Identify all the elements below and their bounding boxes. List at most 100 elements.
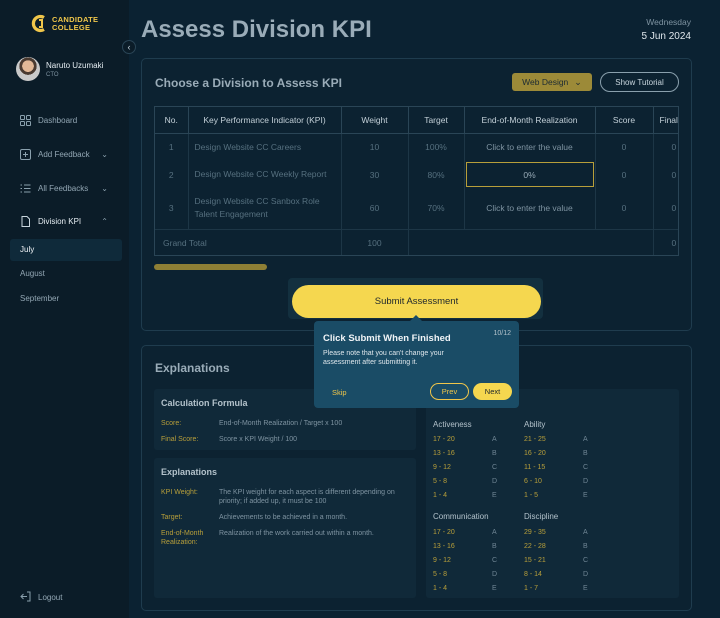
realization-input[interactable]: Click to enter the value	[464, 133, 596, 161]
sidebar-item-label: Add Feedback	[38, 150, 90, 159]
formula-value: Score x KPI Weight / 100	[219, 436, 298, 443]
division-select[interactable]: Web Design ⌄	[512, 73, 592, 91]
sidebar-item-dashboard[interactable]: Dashboard	[20, 115, 120, 126]
brand-line2: COLLEGE	[52, 22, 91, 32]
table-row: 1 Design Website CC Careers 10 100% Clic…	[155, 133, 678, 161]
grade-range: 5 - 8	[433, 571, 448, 578]
cell-weight: 10	[341, 133, 409, 161]
tooltip-skip-button[interactable]: Skip	[332, 388, 347, 397]
tooltip-body: Please note that you can't change your a…	[323, 350, 444, 366]
realization-input-active[interactable]: 0%	[465, 162, 594, 187]
cell-target: 70%	[408, 188, 465, 229]
table-horizontal-scrollbar[interactable]	[154, 264, 267, 270]
cell-no: 1	[155, 133, 189, 161]
cell-kpi: Design Website CC Careers	[188, 133, 342, 161]
table-row: 2 Design Website CC Weekly Report 30 80%…	[155, 161, 678, 188]
definitions-box: Explanations KPI Weight: The KPI weight …	[154, 458, 416, 598]
formula-key: Final Score:	[161, 436, 199, 443]
assess-panel-title: Choose a Division to Assess KPI	[155, 76, 342, 90]
chevron-down-icon[interactable]: ⌄	[101, 184, 108, 193]
cell-score: 0	[595, 161, 654, 188]
grade-letter: E	[583, 585, 588, 592]
cell-target: 80%	[408, 161, 465, 188]
grade-letter: A	[492, 436, 497, 443]
sidebar-item-add-feedback[interactable]: Add Feedback ⌄	[20, 149, 120, 160]
sidebar-sub-item-august[interactable]: August	[20, 269, 45, 278]
brand-logo[interactable]: CANDIDATE COLLEGE	[31, 14, 98, 33]
grade-range: 6 - 10	[524, 478, 542, 485]
sidebar-sub-item-september[interactable]: September	[20, 294, 59, 303]
definition-key: KPI Weight:	[161, 489, 198, 496]
candidate-college-logo-icon	[31, 14, 45, 33]
date-day: Wednesday	[646, 17, 691, 27]
grade-letter: E	[583, 492, 588, 499]
cell-kpi: Design Website CC Sanbox Role Talent Eng…	[188, 188, 342, 229]
submit-assessment-button[interactable]: Submit Assessment	[292, 285, 541, 318]
grade-range: 1 - 7	[524, 585, 539, 592]
grade-range: 29 - 35	[524, 529, 546, 536]
realization-input[interactable]: Click to enter the value	[464, 188, 596, 229]
sidebar-item-label: All Feedbacks	[38, 184, 89, 193]
grade-letter: D	[492, 571, 498, 578]
grand-total-empty	[408, 229, 654, 255]
grade-range: 13 - 16	[433, 450, 455, 457]
grade-letter: A	[583, 529, 588, 536]
grade-letter: E	[492, 492, 497, 499]
grade-letter: B	[492, 543, 497, 550]
grade-letter: C	[583, 557, 589, 564]
tooltip-prev-button[interactable]: Prev	[430, 383, 469, 400]
user-profile[interactable]: Naruto Uzumaki CTO	[16, 57, 103, 81]
grade-range: 22 - 28	[524, 543, 546, 550]
chevron-down-icon: ⌄	[574, 76, 582, 87]
sidebar-item-division-kpi[interactable]: Division KPI ⌃	[20, 216, 120, 227]
column-header: End-of-Month Realization	[464, 107, 596, 134]
grand-total-weight: 100	[341, 229, 409, 255]
cell-no: 2	[155, 161, 189, 188]
division-select-value: Web Design	[522, 77, 569, 87]
logout-button[interactable]: Logout	[20, 591, 62, 604]
grade-letter: D	[583, 571, 589, 578]
logout-icon	[20, 591, 31, 604]
date-full: 5 Jun 2024	[641, 31, 692, 42]
sidebar-sub-item-july[interactable]: July	[20, 245, 34, 254]
sidebar-item-all-feedbacks[interactable]: All Feedbacks ⌄	[20, 183, 120, 194]
avatar	[16, 57, 40, 81]
grade-letter: B	[492, 450, 497, 457]
grade-letter: B	[583, 543, 588, 550]
grade-letter: E	[492, 585, 497, 592]
column-header: Key Performance Indicator (KPI)	[188, 107, 342, 134]
grade-range: 11 - 15	[524, 464, 546, 471]
grand-total-final: 0	[653, 229, 678, 255]
definition-value: Realization of the work carried out with…	[219, 530, 374, 537]
grade-range: 9 - 12	[433, 464, 451, 471]
grade-title-communication: Communication	[433, 512, 489, 521]
column-header: Target	[408, 107, 465, 134]
cell-final-score: 0	[653, 133, 678, 161]
grade-range: 13 - 16	[433, 543, 455, 550]
document-icon	[20, 216, 31, 227]
realization-cell: 0%	[464, 161, 596, 188]
collapse-sidebar-button[interactable]: ‹	[122, 40, 136, 54]
definition-key: Target:	[161, 514, 183, 521]
grade-letter: C	[492, 557, 498, 564]
tooltip-next-button[interactable]: Next	[473, 383, 512, 400]
definitions-title: Explanations	[161, 467, 218, 477]
cell-target: 100%	[408, 133, 465, 161]
cell-weight: 60	[341, 188, 409, 229]
chevron-up-icon[interactable]: ⌃	[101, 217, 108, 226]
user-role: CTO	[46, 71, 59, 78]
definition-value: The KPI weight for each aspect is differ…	[219, 489, 395, 505]
grade-letter: C	[492, 464, 498, 471]
grade-letter: B	[583, 450, 588, 457]
kpi-table[interactable]: No. Key Performance Indicator (KPI) Weig…	[154, 106, 679, 256]
grid-icon	[20, 115, 31, 126]
cell-no: 3	[155, 188, 189, 229]
show-tutorial-button[interactable]: Show Tutorial	[600, 72, 679, 92]
grade-title-discipline: Discipline	[524, 512, 559, 521]
grade-range: 15 - 21	[524, 557, 546, 564]
column-header: Final Score	[653, 107, 678, 134]
chevron-down-icon[interactable]: ⌄	[101, 150, 108, 159]
grade-range: 17 - 20	[433, 436, 455, 443]
grade-range: 1 - 4	[433, 492, 448, 499]
grade-range: 21 - 25	[524, 436, 546, 443]
